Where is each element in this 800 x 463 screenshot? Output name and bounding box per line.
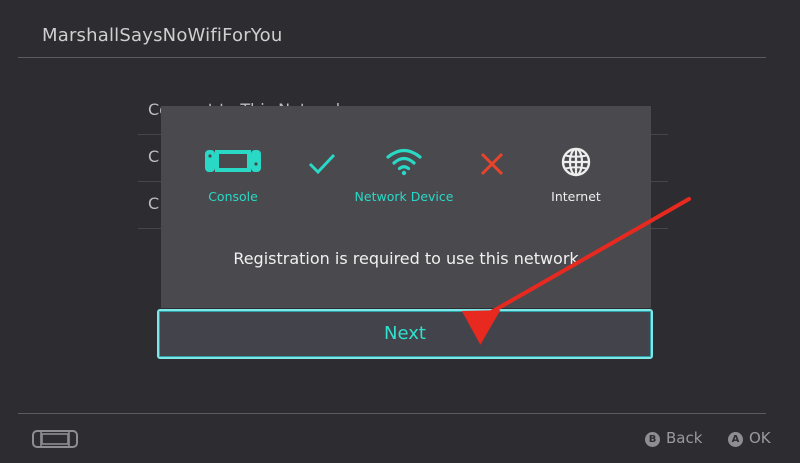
status-label: Network Device bbox=[354, 189, 454, 204]
console-icon bbox=[173, 146, 293, 180]
ok-label: OK bbox=[749, 429, 771, 447]
checkmark-icon bbox=[307, 150, 337, 178]
header: MarshallSaysNoWifiForYou bbox=[0, 0, 800, 58]
page-title: MarshallSaysNoWifiForYou bbox=[42, 25, 283, 46]
connection-status-row: Console Network Device Internet bbox=[161, 106, 651, 216]
dialog-message: Registration is required to use this net… bbox=[233, 249, 579, 268]
back-label: Back bbox=[666, 429, 703, 447]
footer: B Back A OK bbox=[0, 414, 800, 463]
list-item-label: C bbox=[148, 147, 160, 166]
status-label: Internet bbox=[551, 189, 601, 204]
header-divider bbox=[18, 57, 766, 58]
console-icon bbox=[32, 429, 78, 449]
status-label: Console bbox=[208, 189, 258, 204]
a-button-icon: A bbox=[728, 432, 743, 447]
x-icon bbox=[477, 150, 507, 178]
connection-test-dialog: Console Network Device Internet Registra… bbox=[161, 106, 651, 308]
next-button[interactable]: Next bbox=[157, 309, 653, 359]
list-item-label: C bbox=[148, 194, 160, 213]
globe-icon bbox=[516, 146, 636, 180]
status-console: Console bbox=[173, 146, 293, 216]
b-button-icon: B bbox=[645, 432, 660, 447]
status-network-device: Network Device bbox=[344, 146, 464, 216]
back-button[interactable]: B Back bbox=[645, 429, 702, 449]
wifi-icon bbox=[344, 146, 464, 180]
status-internet: Internet bbox=[516, 146, 636, 216]
ok-button[interactable]: A OK bbox=[728, 429, 771, 449]
